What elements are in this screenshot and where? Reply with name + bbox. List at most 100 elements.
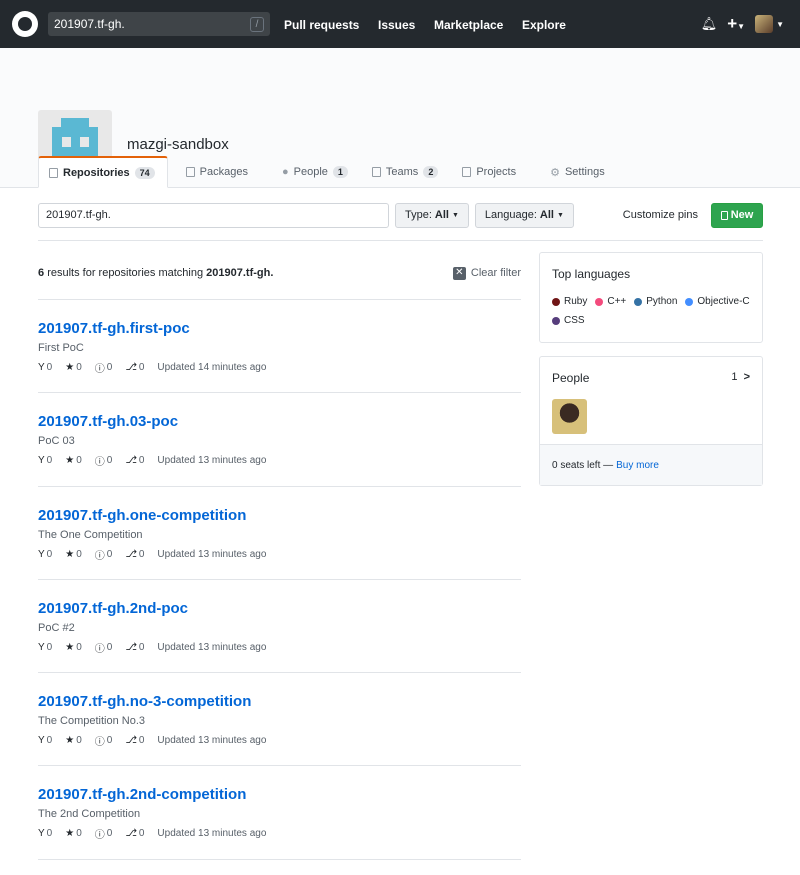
person-icon: ● [281,166,289,178]
pull-request-icon: ⎇ [125,641,137,653]
repo-meta: Y0 ★ 0 ⓘ 0 ⎇ 0 Updated 13 minutes ago [38,826,521,841]
pr-count[interactable]: ⎇ 0 [125,735,144,746]
fork-count[interactable]: Y0 [38,549,52,560]
tab-people[interactable]: ● People 1 [260,156,360,188]
buy-more-link[interactable]: Buy more [616,460,659,471]
notification-bell-icon[interactable]: 🔔︎ [701,16,718,32]
fork-count[interactable]: Y0 [38,455,52,466]
fork-count[interactable]: Y0 [38,362,52,373]
tab-repositories[interactable]: Repositories 74 [38,156,168,188]
repo-name-link[interactable]: 201907.tf-gh.one-competition [38,507,521,524]
tab-counter: 1 [332,166,348,178]
repo-list-item: 201907.tf-gh.one-competition The One Com… [38,487,521,580]
github-logo-icon[interactable] [12,11,38,37]
issue-count-value: 0 [106,362,113,373]
star-count[interactable]: ★ 0 [65,642,82,653]
issue-icon: ⓘ [94,457,105,469]
star-count-value: 0 [76,735,82,747]
repo-name-link[interactable]: 201907.tf-gh.2nd-poc [38,600,521,617]
repo-name-link[interactable]: 201907.tf-gh.no-3-competition [38,693,521,710]
header-actions: 🔔︎ +▼ ▼ [701,14,784,34]
pr-count[interactable]: ⎇ 0 [125,642,144,653]
type-filter-dropdown[interactable]: Type: All ▼ [395,202,469,228]
language-filter-dropdown[interactable]: Language: All ▼ [474,202,574,228]
star-count[interactable]: ★ 0 [65,735,82,746]
star-count-value: 0 [76,455,82,467]
pr-count[interactable]: ⎇ 0 [125,828,144,839]
issue-icon: ⓘ [94,643,105,655]
repo-name-link[interactable]: 201907.tf-gh.2nd-competition [38,786,521,803]
new-repo-button[interactable]: New [711,202,763,228]
nav-marketplace[interactable]: Marketplace [434,18,503,32]
tab-label: Teams [385,166,419,178]
repo-list-item: 201907.tf-gh.2nd-poc PoC #2 Y0 ★ 0 ⓘ 0 ⎇ 0 … [38,580,521,674]
repo-description: The One Competition [38,528,143,541]
fork-count[interactable]: Y0 [38,735,52,746]
repo-description: The Competition No.3 [38,715,145,728]
star-count-value: 0 [76,362,82,373]
fork-count[interactable]: Y0 [38,642,52,653]
language-color-dot [552,297,560,306]
star-count[interactable]: ★ 0 [65,549,82,560]
tab-teams[interactable]: Teams 2 [360,156,450,188]
pr-count-value: 0 [138,455,145,467]
star-count[interactable]: ★ 0 [65,828,82,839]
avatar[interactable] [552,399,587,434]
language-name: Python [646,296,678,307]
repo-list-item: 201907.tf-gh.2nd-competition The 2nd Com… [38,766,521,860]
avatar [755,15,774,33]
issue-count[interactable]: ⓘ 0 [95,360,113,375]
tab-settings[interactable]: ⚙ Settings [528,156,617,188]
new-button-label: New [730,209,754,221]
language-item: CSS [552,315,585,326]
language-color-dot [595,297,604,306]
issue-count[interactable]: ⓘ 0 [95,547,113,562]
repo-meta: Y0 ★ 0 ⓘ 0 ⎇ 0 Updated 13 minutes ago [38,547,521,562]
star-count[interactable]: ★ 0 [65,362,82,373]
repo-search-input[interactable]: 201907.tf-gh. [38,202,389,228]
pr-count[interactable]: ⎇ 0 [125,362,144,373]
issue-count[interactable]: ⓘ 0 [95,640,113,655]
tab-packages[interactable]: Packages [168,156,260,188]
nav-issues[interactable]: Issues [378,18,415,32]
search-input[interactable]: 201907.tf-gh. / [48,12,270,36]
language-item: Ruby [552,296,587,307]
tab-projects[interactable]: Projects [450,156,528,188]
updated-time: Updated 13 minutes ago [157,641,267,653]
repo-meta: Y0 ★ 0 ⓘ 0 ⎇ 0 Updated 13 minutes ago [38,640,521,655]
nav-pull-requests[interactable]: Pull requests [284,18,359,32]
pr-count-value: 0 [138,548,145,560]
people-header[interactable]: People 1 > [540,357,762,385]
tab-counter: 2 [423,166,439,178]
fork-count[interactable]: Y0 [38,828,52,839]
pr-count[interactable]: ⎇ 0 [125,549,144,560]
pr-count[interactable]: ⎇ 0 [125,455,144,466]
tab-counter: 74 [134,166,155,179]
clear-filter-button[interactable]: ✕ Clear filter [452,266,521,280]
top-header: 201907.tf-gh. / Pull requests Issues Mar… [0,0,800,48]
pr-count-value: 0 [138,641,145,653]
results-query: 201907.tf-gh. [206,267,274,279]
repo-description: PoC #2 [38,621,75,634]
repo-list-item: 201907.tf-gh.03-poc PoC 03 Y0 ★ 0 ⓘ 0 ⎇ 0 U… [38,393,521,487]
global-nav: Pull requests Issues Marketplace Explore [284,17,581,32]
user-menu-dropdown[interactable]: ▼ [755,15,784,33]
chevron-down-icon: ▼ [737,22,746,31]
repo-meta: Y0 ★ 0 ⓘ 0 ⎇ 0 Updated 13 minutes ago [38,733,521,748]
issue-count[interactable]: ⓘ 0 [95,453,113,468]
star-count[interactable]: ★ 0 [65,455,82,466]
issue-icon: ⓘ [94,550,105,562]
issue-icon: ⓘ [94,830,105,842]
search-input-value: 201907.tf-gh. [54,17,125,31]
repo-name-link[interactable]: 201907.tf-gh.first-poc [38,320,521,337]
top-languages-title: Top languages [552,267,631,281]
repo-description: PoC 03 [38,435,75,448]
nav-explore[interactable]: Explore [522,18,566,32]
issue-count[interactable]: ⓘ 0 [95,826,113,841]
issue-count[interactable]: ⓘ 0 [95,733,113,748]
issue-count-value: 0 [106,455,113,467]
star-icon: ★ [65,455,75,467]
repo-name-link[interactable]: 201907.tf-gh.03-poc [38,413,521,430]
customize-pins-link[interactable]: Customize pins [623,209,698,221]
create-new-dropdown[interactable]: +▼ [727,14,745,34]
